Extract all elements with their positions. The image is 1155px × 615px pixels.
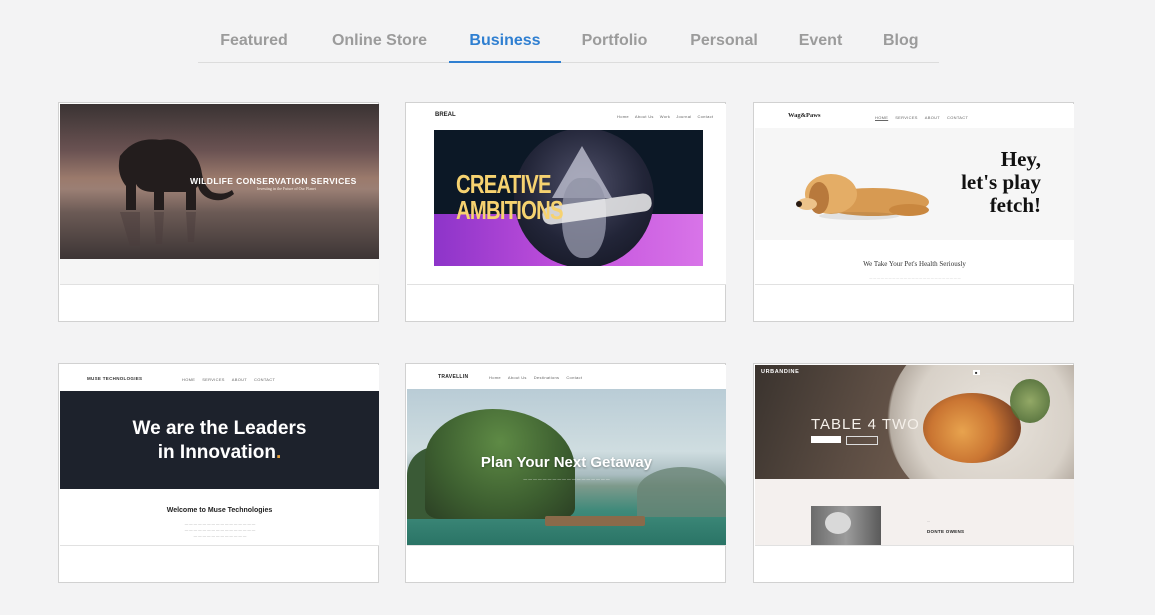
nav-item: Contact	[566, 375, 583, 380]
tagline: We Take Your Pet's Health Seriously	[863, 260, 966, 268]
site-nav: ■ — — — — —	[973, 370, 1032, 375]
nav-item: About Us	[634, 114, 654, 119]
card-footer	[406, 544, 725, 582]
nav-item: About Us	[507, 375, 527, 380]
hero-headline: CREATIVE AMBITIONS	[456, 169, 564, 225]
site-nav: HOME SERVICES ABOUT CONTACT	[875, 115, 975, 120]
card-footer	[754, 544, 1073, 582]
hero-headline: TABLE 4 TWO	[811, 416, 920, 433]
template-preview: MUSE TECHNOLOGIES HOME SERVICES ABOUT CONTA…	[60, 365, 379, 546]
template-preview: TRAVELLIN Home About Us Destinations Contac…	[407, 365, 726, 546]
tab-business[interactable]: Business	[449, 20, 561, 63]
tab-featured[interactable]: Featured	[218, 20, 290, 62]
site-nav: Home About Us Destinations Contact	[489, 375, 589, 380]
card-footer	[59, 283, 378, 321]
site-logo: URBANDINE	[761, 369, 800, 375]
hero-button	[811, 436, 841, 443]
hero-artwork: CREATIVE AMBITIONS	[434, 130, 703, 266]
tab-event[interactable]: Event	[797, 20, 844, 62]
nav-item: CONTACT	[254, 377, 276, 382]
body-text: — — — — — — — — — — — — — — — — — — — — —…	[184, 522, 256, 538]
tab-personal[interactable]: Personal	[689, 20, 759, 62]
template-card-wildlife[interactable]: WILDLIFE CONSERVATION SERVICES Investing…	[58, 102, 379, 322]
site-nav: Home About Us Work Journal Contact	[617, 114, 719, 119]
nav-item: Home	[489, 375, 501, 380]
template-preview: WILDLIFE CONSERVATION SERVICES Investing…	[60, 104, 379, 285]
card-footer	[406, 283, 725, 321]
hero-subtitle: Investing in the Future of Our Planet	[257, 186, 316, 191]
hero-subtitle: — — — — — — — — — — — — — — — — — —	[523, 477, 610, 481]
template-preview: BREAL Home About Us Work Journal Contact CRE…	[407, 104, 726, 285]
nav-item: ABOUT	[924, 115, 941, 120]
chef-name: DONTE OWENS	[927, 529, 965, 534]
template-preview: Wag&Paws HOME SERVICES ABOUT CONTACT Hey, l…	[755, 104, 1074, 285]
site-logo: MUSE TECHNOLOGIES	[87, 376, 143, 381]
card-footer	[59, 544, 378, 582]
site-logo: Wag&Paws	[788, 112, 821, 119]
template-card-wagpaws[interactable]: Wag&Paws HOME SERVICES ABOUT CONTACT Hey, l…	[753, 102, 1074, 322]
category-tabs: Featured Online Store Business Portfolio…	[198, 20, 939, 63]
nav-item: Contact	[697, 114, 714, 119]
site-logo: TRAVELLIN	[438, 374, 469, 380]
nav-item: HOME	[875, 115, 889, 120]
hero-headline: WILDLIFE CONSERVATION SERVICES	[190, 176, 357, 186]
preview-footer	[60, 259, 379, 284]
tab-online-store[interactable]: Online Store	[329, 20, 430, 62]
site-nav: HOME SERVICES ABOUT CONTACT	[182, 377, 282, 382]
template-card-muse[interactable]: MUSE TECHNOLOGIES HOME SERVICES ABOUT CONTA…	[58, 363, 379, 583]
nav-item: CONTACT	[947, 115, 969, 120]
chef-photo	[811, 506, 881, 545]
tab-portfolio[interactable]: Portfolio	[579, 20, 650, 62]
tab-blog[interactable]: Blog	[883, 20, 919, 62]
template-card-travellin[interactable]: TRAVELLIN Home About Us Destinations Contac…	[405, 363, 726, 583]
nav-item: Home	[617, 114, 629, 119]
template-card-breal[interactable]: BREAL Home About Us Work Journal Contact CRE…	[405, 102, 726, 322]
hero-button-secondary	[846, 436, 878, 445]
nav-item: HOME	[182, 377, 196, 382]
card-footer	[754, 283, 1073, 321]
hero-headline: Hey, let's play fetch!	[961, 147, 1041, 217]
puppy-image	[796, 174, 929, 220]
elephant-silhouette	[118, 139, 234, 246]
welcome-heading: Welcome to Muse Technologies	[166, 507, 273, 514]
site-logo: BREAL	[435, 112, 456, 118]
nav-item: ABOUT	[231, 377, 248, 382]
hero-headline: We are the Leaders in Innovation.	[132, 418, 307, 463]
hero-headline: Plan Your Next Getaway	[480, 454, 653, 471]
template-card-urbandine[interactable]: URBANDINE ■ — — — — — TABLE 4 TWO — DONTE OWE…	[753, 363, 1074, 583]
nav-item: SERVICES	[202, 377, 225, 382]
body-text: — — — — — — — — — — — — — — — — — — — — …	[869, 276, 961, 280]
nav-item: Work	[659, 114, 671, 119]
chef-section	[755, 479, 1074, 545]
nav-item: Destinations	[533, 375, 560, 380]
template-preview: URBANDINE ■ — — — — — TABLE 4 TWO — DONTE OWE…	[755, 365, 1074, 546]
nav-item: SERVICES	[895, 115, 918, 120]
nav-item: Journal	[676, 114, 692, 119]
chef-label: —	[927, 519, 930, 523]
